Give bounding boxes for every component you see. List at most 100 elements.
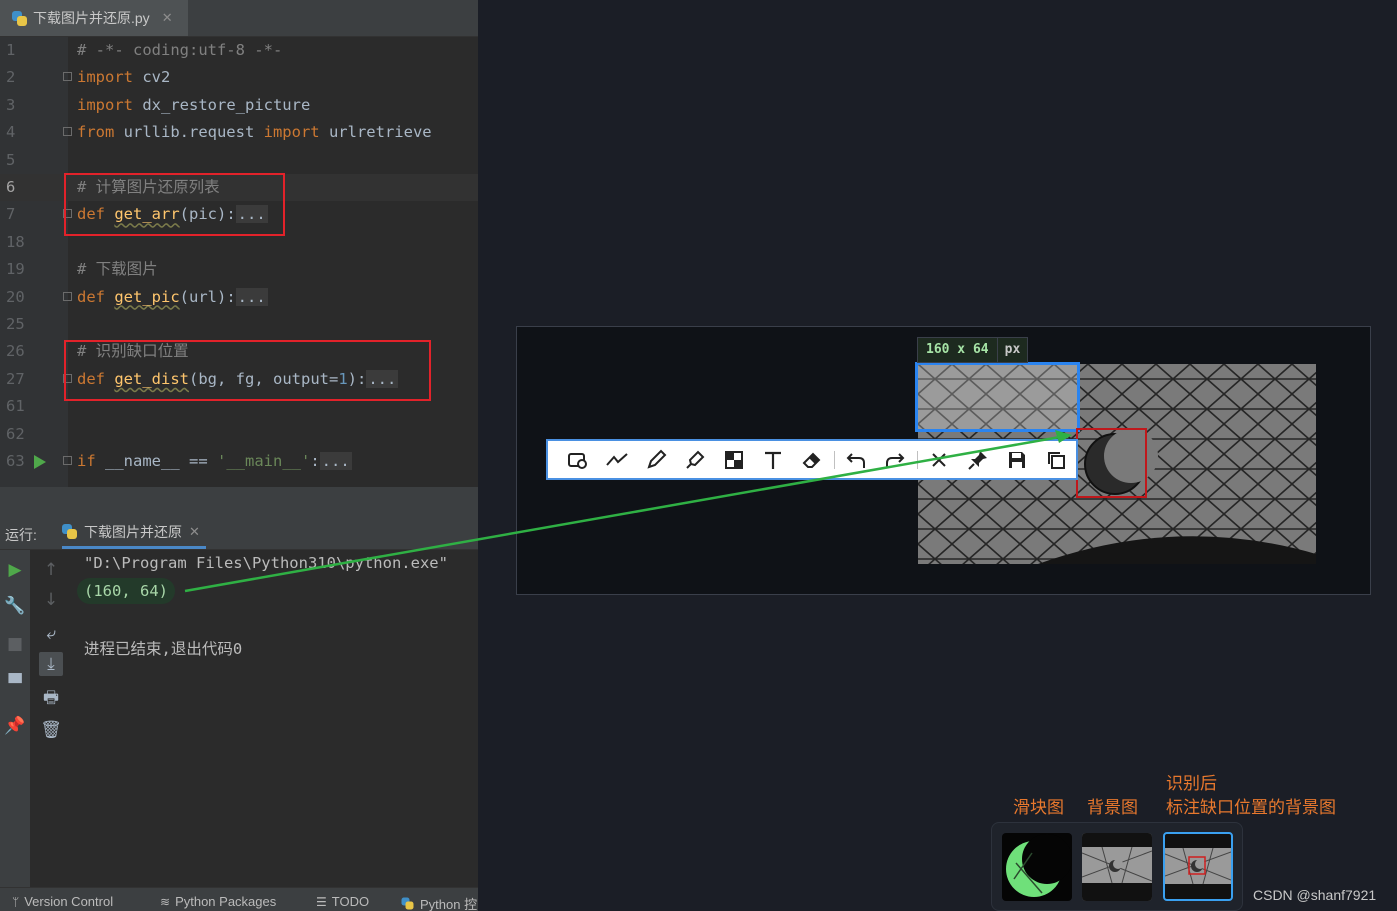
status-bar: ᛘ Version Control ≋ Python Packages ☰ TO… [0, 887, 478, 911]
version-control-tab[interactable]: ᛘ Version Control [12, 894, 113, 909]
python-console-tab[interactable]: Python 控 [400, 894, 477, 911]
shape-tool-button[interactable] [558, 443, 597, 477]
eraser-tool-button[interactable] [792, 443, 831, 477]
caption-marked-title: 识别后 [1166, 774, 1217, 794]
file-tab-label: 下载图片并还原.py [33, 10, 150, 26]
selection-size-value: 160 x 64 [926, 342, 989, 357]
run-tab-label: 下载图片并还原 [84, 523, 182, 540]
code-line[interactable]: 2 import cv2 [0, 64, 478, 91]
text-tool-button[interactable] [753, 443, 792, 477]
close-icon [932, 452, 946, 467]
undo-button[interactable] [837, 443, 876, 477]
run-label: 运行: [5, 527, 37, 543]
highlight-box-get-arr [64, 173, 285, 236]
save-button[interactable] [998, 443, 1037, 477]
layout-icon[interactable]: ▀ [3, 672, 27, 696]
polyline-icon [605, 452, 628, 466]
rerun-icon[interactable]: ▶ [3, 558, 27, 582]
copy-icon [1048, 451, 1066, 469]
copy-button[interactable] [1037, 443, 1076, 477]
code-line[interactable]: 62 [0, 421, 478, 448]
file-tab[interactable]: 下载图片并还原.py ✕ [0, 0, 188, 36]
line-number: 63 [6, 452, 25, 470]
soft-wrap-icon[interactable]: ⤶ [39, 622, 63, 646]
mosaic-tool-button[interactable] [714, 443, 753, 477]
python-packages-tab[interactable]: ≋ Python Packages [160, 894, 276, 909]
console-command: "D:\Program Files\Python310\python.exe" [84, 554, 448, 572]
pin-button[interactable] [959, 443, 998, 477]
thumbnail-bar [991, 822, 1243, 911]
code-token: import [77, 68, 133, 87]
code-line[interactable]: 63 if __name__ == '__main__':... [0, 448, 478, 475]
ide-window: 下载图片并还原.py ✕ 1 # -*- coding:utf-8 -*- 2 imp… [0, 0, 478, 911]
selection-rectangle[interactable] [915, 362, 1080, 432]
cancel-button[interactable] [920, 443, 959, 477]
close-icon[interactable]: ✕ [162, 10, 173, 26]
redo-button[interactable] [876, 443, 915, 477]
thumbnail-slider[interactable] [1002, 833, 1072, 901]
code-token: : [310, 452, 320, 470]
redo-icon [886, 452, 905, 468]
thumbnail-background[interactable] [1082, 833, 1152, 901]
scroll-to-end-icon[interactable]: ⤓ [39, 652, 63, 676]
arrow-up-icon[interactable]: ↑ [39, 558, 63, 582]
todo-tab[interactable]: ☰ TODO [316, 894, 369, 909]
code-token: urlretrieve [319, 123, 432, 142]
panel-splitter[interactable] [0, 487, 478, 517]
line-tool-button[interactable] [597, 443, 636, 477]
code-line[interactable]: 3 import dx_restore_picture [0, 92, 478, 119]
highlight-box-get-dist [64, 340, 431, 401]
print-icon[interactable]: 🖶 [39, 686, 63, 710]
undo-icon [846, 452, 866, 468]
code-line[interactable]: 4 from urllib.request import urlretrieve [0, 119, 478, 146]
marked-thumb-image [1165, 847, 1231, 885]
line-number: 7 [6, 205, 16, 224]
thumbnail-marked[interactable] [1163, 832, 1233, 901]
pen-tool-button[interactable] [636, 443, 675, 477]
code-line[interactable]: 19 # 下载图片 [0, 256, 478, 283]
fold-icon[interactable] [63, 127, 72, 137]
code-token: urllib.request [114, 123, 264, 142]
stop-icon[interactable]: ■ [3, 632, 27, 656]
line-number: 2 [6, 68, 16, 87]
run-gutter-icon[interactable] [34, 455, 46, 469]
trash-icon[interactable]: 🗑 [39, 718, 63, 742]
line-number: 25 [6, 315, 25, 333]
code-token: __name__ == [95, 452, 217, 470]
annotation-toolbar [546, 439, 1078, 480]
code-token: ... [235, 287, 268, 306]
text-icon [764, 451, 781, 469]
code-text: # -*- coding:utf-8 -*- [77, 37, 282, 64]
line-number: 19 [6, 260, 25, 279]
close-icon[interactable]: ✕ [189, 524, 200, 540]
gap-marker-rectangle [1076, 428, 1147, 498]
code-line[interactable]: 1 # -*- coding:utf-8 -*- [0, 37, 478, 64]
code-token: import [77, 95, 133, 114]
fold-icon[interactable] [63, 456, 72, 465]
pen-icon [647, 449, 667, 469]
run-header: 运行: 下载图片并还原 ✕ [0, 517, 478, 550]
arrow-down-icon[interactable]: ↓ [39, 588, 63, 612]
code-line[interactable]: 5 [0, 147, 478, 174]
run-tab[interactable]: 下载图片并还原 ✕ [62, 517, 206, 549]
python-packages-label: Python Packages [175, 894, 277, 909]
mosaic-icon [724, 450, 743, 469]
code-line[interactable]: 20 def get_pic(url):... [0, 284, 478, 311]
line-number: 26 [6, 342, 25, 361]
list-icon: ☰ [316, 894, 327, 909]
code-token: cv2 [133, 68, 171, 87]
console-exit-message: 进程已结束,退出代码0 [84, 640, 243, 658]
fold-icon[interactable] [63, 291, 72, 301]
wrench-icon[interactable]: 🔧 [3, 594, 27, 618]
fold-icon[interactable] [63, 72, 72, 82]
code-editor[interactable]: 1 # -*- coding:utf-8 -*- 2 import cv2 3 impor… [0, 37, 478, 487]
line-number: 6 [6, 178, 16, 196]
line-number: 4 [6, 123, 16, 142]
code-text: def get_pic(url):... [77, 284, 268, 311]
code-line[interactable]: 25 [0, 311, 478, 338]
save-icon [1009, 451, 1026, 468]
python-file-icon [12, 10, 27, 26]
highlighter-tool-button[interactable] [675, 443, 714, 477]
selection-size-unit: px [996, 338, 1028, 362]
pin-icon[interactable]: 📌 [3, 714, 27, 738]
